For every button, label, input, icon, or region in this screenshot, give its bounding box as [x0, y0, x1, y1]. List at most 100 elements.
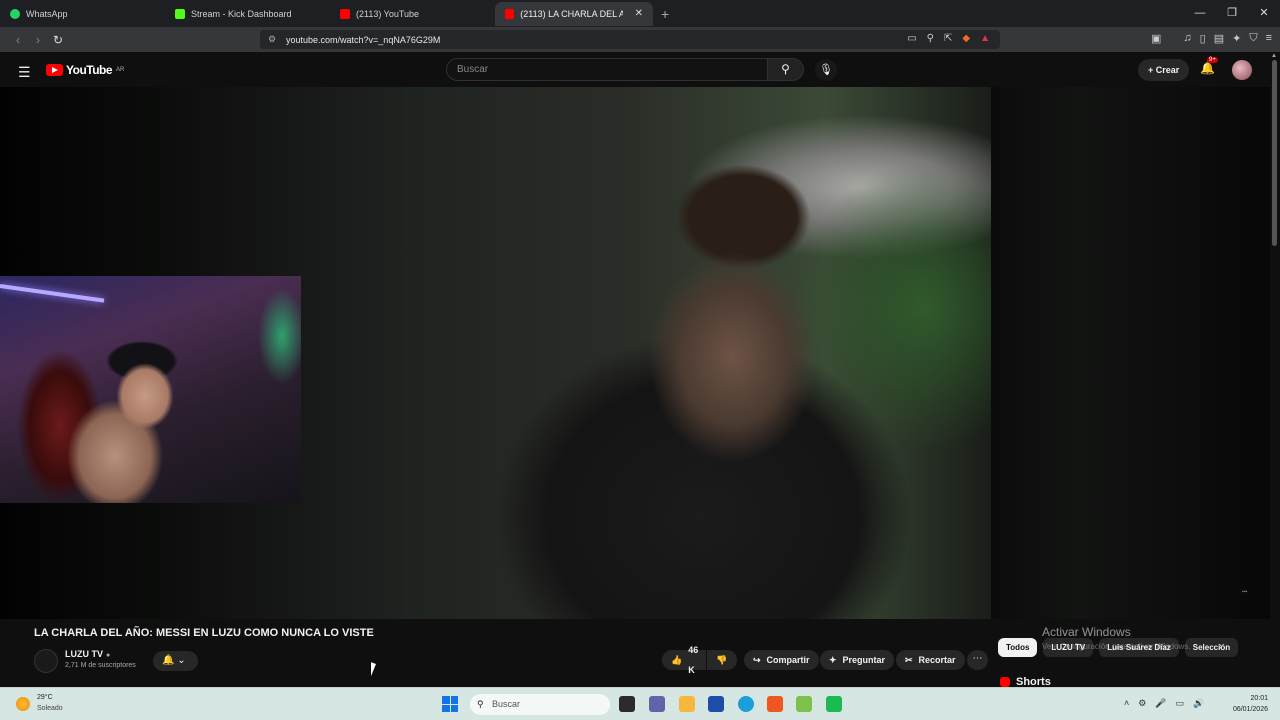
rewards-icon[interactable]: ▲ — [980, 33, 990, 44]
window-controls: — ❐ ✕ — [1184, 0, 1280, 27]
more-actions-button[interactable]: ⋯ — [967, 650, 988, 670]
led-light-strip — [0, 284, 105, 303]
green-app-icon[interactable] — [826, 696, 842, 712]
sparkle-icon: ✦ — [829, 655, 837, 665]
mic-tray-icon[interactable]: 🎤 — [1155, 698, 1166, 709]
file-explorer-icon[interactable] — [679, 696, 695, 712]
search-button[interactable]: ⚲ — [768, 58, 804, 81]
system-tray: ˄ ⚙ 🎤 ▭ 🔊 — [1124, 698, 1204, 709]
ask-button[interactable]: ✦ Preguntar — [820, 650, 895, 670]
chip-seleccion[interactable]: Selección — [1184, 638, 1239, 657]
chevron-right-icon[interactable]: › — [1219, 641, 1222, 652]
media-icon[interactable]: ♫ — [1183, 32, 1191, 45]
start-button[interactable] — [442, 696, 458, 712]
youtube-logo[interactable]: YouTube AR — [46, 63, 124, 77]
maximize-icon[interactable]: ❐ — [1216, 0, 1248, 27]
volume-icon[interactable]: 🔊 — [1193, 698, 1204, 709]
windows-activation-subtitle: Ve a Configuración para activar Windows. — [1042, 642, 1191, 651]
chevron-up-icon[interactable]: ˄ — [1124, 698, 1129, 709]
vpn-icon[interactable]: ⛉ — [1249, 32, 1257, 45]
minimize-icon[interactable]: — — [1184, 0, 1216, 27]
dislike-button[interactable]: 👎 — [707, 650, 737, 670]
store-icon[interactable] — [708, 696, 724, 712]
channel-avatar[interactable] — [34, 649, 58, 673]
taskbar-search[interactable]: ⚲ Buscar — [470, 694, 610, 715]
app-icon[interactable] — [796, 696, 812, 712]
like-button[interactable]: 👍 46 K — [662, 645, 706, 675]
guide-menu-icon[interactable]: ☰ — [18, 64, 31, 81]
channel-watermark: ▪▪▪ — [1242, 589, 1248, 595]
brave-shield-icon[interactable]: ◆ — [962, 33, 970, 44]
browser-extensions: ▣ ♫ ▯ ▤ ✦ ⛉ ≡ — [1151, 32, 1272, 45]
tab-youtube-video[interactable]: (2113) LA CHARLA DEL AÑO: ✕ — [495, 1, 653, 26]
bell-icon: 🔔 — [1200, 61, 1215, 75]
weather-sun-icon[interactable] — [16, 697, 30, 711]
tab-kick-dashboard[interactable]: Stream - Kick Dashboard — [165, 2, 330, 26]
account-avatar[interactable] — [1232, 60, 1252, 80]
address-bar-actions: ▭ ⚲ ⇱ ◆ ▲ — [907, 33, 990, 44]
edge-icon[interactable] — [738, 696, 754, 712]
clip-button[interactable]: ✂ Recortar — [896, 650, 965, 670]
extensions-icon[interactable]: ✦ — [1232, 32, 1241, 45]
search-input[interactable]: Buscar — [446, 58, 768, 81]
wallet-icon[interactable]: ▤ — [1214, 32, 1224, 45]
thumbs-down-icon: 👎 — [716, 655, 728, 665]
task-view-icon[interactable] — [619, 696, 635, 712]
brave-icon[interactable] — [767, 696, 783, 712]
clock[interactable]: 20:01 06/01/2026 — [1226, 693, 1268, 715]
subscriber-count: 2,71 M de suscriptores — [65, 662, 136, 669]
search-icon: ⚲ — [781, 62, 790, 76]
page-scrollbar[interactable] — [1272, 60, 1277, 246]
tab-youtube-home[interactable]: (2113) YouTube — [330, 2, 495, 26]
scissors-icon: ✂ — [905, 655, 913, 665]
voice-search-button[interactable]: 🎙 — [815, 59, 837, 81]
share-button[interactable]: ↪ Compartir — [744, 650, 819, 670]
browser-tab-bar: WhatsApp Stream - Kick Dashboard (2113) … — [0, 0, 1280, 27]
site-info-icon[interactable]: ⚙ — [268, 34, 276, 45]
chip-todos[interactable]: Todos — [998, 638, 1038, 657]
notifications-button[interactable]: 🔔 9+ — [1200, 57, 1218, 75]
mic-icon: 🎙 — [819, 64, 833, 76]
display-icon[interactable]: ▭ — [1176, 698, 1185, 709]
share-icon[interactable]: ⇱ — [944, 33, 952, 44]
youtube-tab-icon — [340, 8, 350, 19]
zoom-icon[interactable]: ⚲ — [927, 33, 934, 44]
weather-condition: Soleado — [37, 705, 63, 712]
notification-badge: 9+ — [1207, 57, 1218, 63]
sidebar-icon[interactable]: ▯ — [1200, 32, 1206, 45]
weather-temperature: 29°C — [37, 694, 53, 701]
menu-icon[interactable]: ≡ — [1266, 32, 1272, 45]
verified-icon: ● — [106, 652, 111, 659]
subscription-bell-button[interactable]: 🔔 ⌄ — [153, 651, 198, 671]
whatsapp-icon — [10, 8, 20, 19]
more-icon: ⋯ — [972, 653, 983, 664]
screenshot-icon[interactable]: ▣ — [1151, 32, 1161, 45]
youtube-tab-icon — [505, 8, 515, 19]
youtube-masthead: ☰ YouTube AR Buscar ⚲ 🎙 + Crear 🔔 9+ — [0, 52, 1280, 87]
close-tab-icon[interactable]: ✕ — [635, 8, 643, 19]
tab-whatsapp[interactable]: WhatsApp — [0, 2, 165, 26]
cast-icon[interactable]: ▭ — [907, 33, 916, 44]
windows-taskbar: 29°C Soleado ⚲ Buscar ˄ ⚙ 🎤 ▭ 🔊 20:01 06… — [0, 687, 1280, 720]
youtube-play-icon — [46, 64, 63, 76]
channel-name[interactable]: LUZU TV ● — [65, 649, 110, 659]
search-icon: ⚲ — [477, 699, 484, 709]
kick-icon — [175, 8, 185, 19]
windows-activation-title: Activar Windows — [1042, 625, 1131, 639]
address-bar[interactable]: ⚙ youtube.com/watch?v=_nqNA76G29M ▭ ⚲ ⇱ … — [260, 30, 1000, 49]
scroll-up-icon[interactable]: ▲ — [1271, 53, 1277, 59]
video-title: LA CHARLA DEL AÑO: MESSI EN LUZU COMO NU… — [34, 627, 374, 639]
reload-icon[interactable]: ↻ — [48, 33, 68, 47]
ambient-right — [991, 87, 1270, 619]
browser-toolbar: ‹ › ↻ ⚙ youtube.com/watch?v=_nqNA76G29M … — [0, 27, 1280, 52]
create-button[interactable]: + Crear — [1138, 59, 1190, 81]
new-tab-button[interactable]: + — [661, 6, 669, 22]
tray-app-icon[interactable]: ⚙ — [1138, 698, 1146, 709]
teams-icon[interactable] — [649, 696, 665, 712]
close-window-icon[interactable]: ✕ — [1248, 0, 1280, 27]
bell-icon: 🔔 — [162, 655, 175, 666]
thumbs-up-icon: 👍 — [671, 655, 683, 665]
back-icon[interactable]: ‹ — [8, 33, 28, 47]
shorts-icon — [1000, 677, 1010, 687]
forward-icon[interactable]: › — [28, 33, 48, 47]
